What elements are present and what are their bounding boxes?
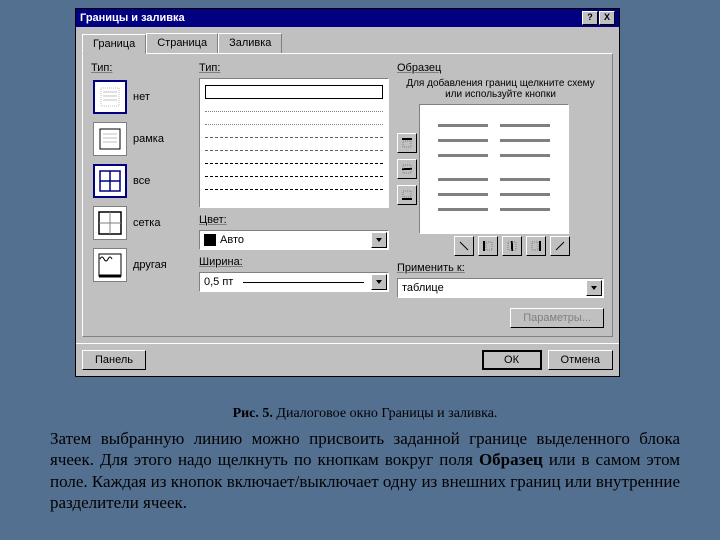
- dialog-title: Границы и заливка: [80, 12, 185, 24]
- options-button[interactable]: Параметры...: [510, 308, 604, 328]
- titlebar-buttons: ? X: [581, 11, 615, 25]
- color-label: Цвет:: [199, 214, 389, 226]
- btn-border-top[interactable]: [397, 133, 417, 153]
- ok-button[interactable]: ОК: [482, 350, 542, 370]
- preview-inner: [430, 115, 558, 223]
- setting-custom[interactable]: другая: [91, 246, 191, 284]
- line-style-6[interactable]: [205, 154, 383, 164]
- params-row: Параметры...: [397, 308, 604, 328]
- borders-shading-dialog: Границы и заливка ? X Граница Страница З…: [75, 8, 620, 377]
- btn-border-bottom[interactable]: [397, 185, 417, 205]
- dialog-body: Граница Страница Заливка Тип: нет: [76, 27, 619, 343]
- btn-border-right[interactable]: [526, 236, 546, 256]
- grid-icon: [93, 206, 127, 240]
- preview-heading: Образец: [397, 62, 604, 74]
- close-button[interactable]: X: [599, 11, 615, 25]
- color-value: Авто: [220, 234, 244, 246]
- line-style-7[interactable]: [205, 167, 383, 177]
- horizontal-border-buttons: [419, 236, 604, 256]
- dropdown-arrow-icon: [371, 274, 387, 290]
- line-style-5[interactable]: [205, 141, 383, 151]
- setting-none-label: нет: [133, 91, 150, 103]
- apply-to-label: Применить к:: [397, 262, 604, 274]
- line-style-8[interactable]: [205, 180, 383, 190]
- setting-all-label: все: [133, 175, 150, 187]
- tab-border[interactable]: Граница: [82, 34, 146, 54]
- width-sample-line: [243, 282, 364, 283]
- figure-text: Диалоговое окно Границы и заливка.: [273, 406, 498, 421]
- width-label: Ширина:: [199, 256, 389, 268]
- setting-column: Тип: нет рамка: [91, 62, 191, 328]
- setting-custom-label: другая: [133, 259, 167, 271]
- preview-hint: Для добавления границ щелкните схему или…: [397, 78, 604, 100]
- none-icon: [93, 80, 127, 114]
- dropdown-arrow-icon: [371, 232, 387, 248]
- btn-border-vmid[interactable]: [502, 236, 522, 256]
- setting-grid[interactable]: сетка: [91, 204, 191, 242]
- vertical-border-buttons: [397, 133, 417, 205]
- box-icon: [93, 122, 127, 156]
- line-style-list[interactable]: [199, 78, 389, 208]
- tab-fill[interactable]: Заливка: [218, 33, 282, 53]
- line-style-2[interactable]: [205, 102, 383, 112]
- titlebar: Границы и заливка ? X: [76, 9, 619, 27]
- line-style-3[interactable]: [205, 115, 383, 125]
- preview-box[interactable]: [419, 104, 569, 234]
- toolbar-button[interactable]: Панель: [82, 350, 146, 370]
- apply-to-value: таблице: [402, 282, 444, 294]
- setting-box[interactable]: рамка: [91, 120, 191, 158]
- cancel-button[interactable]: Отмена: [548, 350, 613, 370]
- line-style-solid[interactable]: [205, 85, 383, 99]
- custom-icon: [93, 248, 127, 282]
- body-bold: Образец: [479, 450, 543, 469]
- setting-none[interactable]: нет: [91, 78, 191, 116]
- dialog-footer: Панель ОК Отмена: [76, 343, 619, 376]
- tab-panel-border: Тип: нет рамка: [82, 53, 613, 337]
- width-value: 0,5 пт: [204, 276, 233, 288]
- width-combo[interactable]: 0,5 пт: [199, 272, 389, 292]
- style-column: Тип: Цвет: Авто Ширина:: [199, 62, 389, 328]
- style-label: Тип:: [199, 62, 389, 74]
- tab-strip: Граница Страница Заливка: [82, 33, 613, 53]
- setting-options: нет рамка все: [91, 78, 191, 284]
- setting-label: Тип:: [91, 62, 191, 74]
- preview-column: Образец Для добавления границ щелкните с…: [397, 62, 604, 328]
- figure-caption: Рис. 5. Диалоговое окно Границы и заливк…: [50, 406, 680, 422]
- apply-to-combo[interactable]: таблице: [397, 278, 604, 298]
- setting-grid-label: сетка: [133, 217, 160, 229]
- btn-border-left[interactable]: [478, 236, 498, 256]
- btn-diag-up[interactable]: [550, 236, 570, 256]
- body-paragraph: Затем выбранную линию можно присвоить за…: [50, 428, 680, 513]
- color-swatch-icon: [204, 234, 216, 246]
- setting-box-label: рамка: [133, 133, 164, 145]
- dropdown-arrow-icon: [586, 280, 602, 296]
- setting-all[interactable]: все: [91, 162, 191, 200]
- all-icon: [93, 164, 127, 198]
- color-combo[interactable]: Авто: [199, 230, 389, 250]
- btn-diag-down[interactable]: [454, 236, 474, 256]
- figure-number: Рис. 5.: [233, 406, 273, 421]
- btn-border-hmid[interactable]: [397, 159, 417, 179]
- line-style-4[interactable]: [205, 128, 383, 138]
- preview-area: [397, 104, 604, 234]
- help-button[interactable]: ?: [582, 11, 598, 25]
- footer-right: ОК Отмена: [482, 350, 613, 370]
- tab-page[interactable]: Страница: [146, 33, 218, 53]
